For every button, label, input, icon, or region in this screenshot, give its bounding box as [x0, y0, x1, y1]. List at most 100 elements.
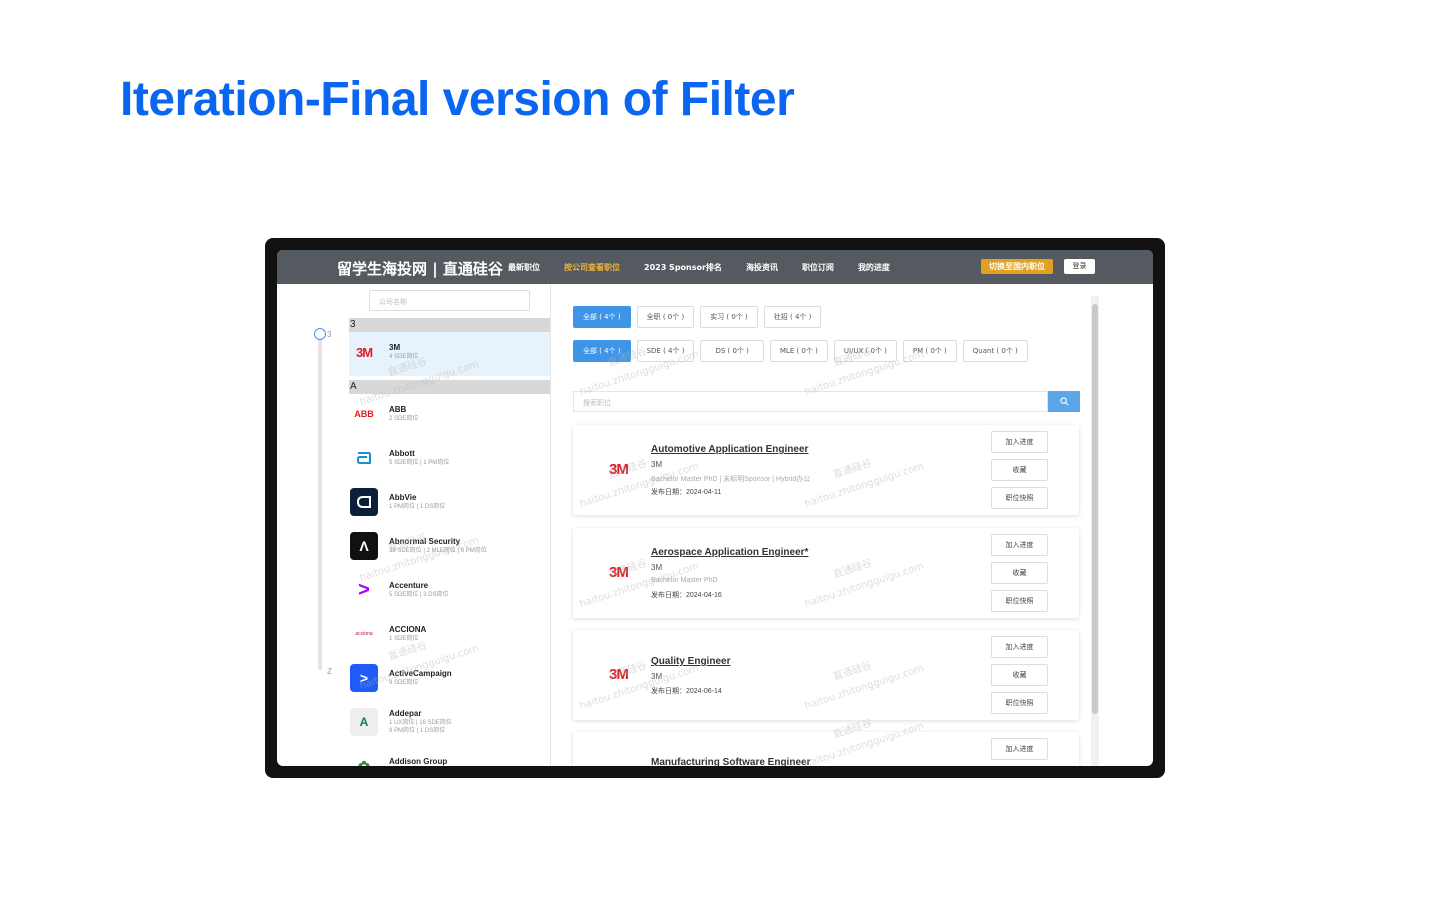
add-progress-button[interactable]: 加入进度 — [991, 534, 1048, 556]
job-search-button[interactable] — [1048, 391, 1080, 412]
job-snapshot-button[interactable]: 职位快照 — [991, 487, 1048, 509]
letter-header-3: 3 — [349, 318, 550, 332]
company-sidebar: 公司名称 3 Z 3 3M 3M 4 SDE岗位 A ABB ABB 2 SDE… — [277, 284, 551, 766]
company-job-count: 4 SDE岗位 — [389, 354, 419, 360]
company-item-addison-group[interactable]: ✿ Addison Group — [349, 746, 550, 766]
nav-link-news[interactable]: 海投资讯 — [746, 262, 778, 273]
abb-logo-icon: ABB — [354, 409, 374, 419]
login-button[interactable]: 登录 — [1064, 259, 1095, 274]
company-name: Addepar — [389, 709, 422, 718]
abnormal-security-logo-icon: Λ — [350, 532, 378, 560]
role-filter-pm[interactable]: PM ( 0个 ) — [902, 340, 957, 362]
acciona-logo-icon: acciona — [355, 631, 373, 637]
company-logo-icon: 3M — [609, 461, 629, 478]
company-item-acciona[interactable]: acciona ACCIONA 1 SDE岗位 — [349, 614, 550, 658]
job-card[interactable]: 3M Aerospace Application Engineer* 3M Ba… — [573, 528, 1079, 618]
type-filter-row: 全部 ( 4个 ) 全职 ( 0个 ) 实习 ( 0个 ) 社招 ( 4个 ) — [573, 306, 822, 328]
job-search-input[interactable]: 搜索职位 — [573, 391, 1048, 412]
search-icon — [1059, 397, 1068, 406]
job-title-link[interactable]: Manufacturing Software Engineer — [651, 757, 810, 766]
company-job-count: 1 PM岗位 | 1 DS岗位 — [389, 504, 446, 510]
role-filter-all[interactable]: 全部 ( 4个 ) — [573, 340, 631, 362]
company-item-accenture[interactable]: > Accenture 5 SDE岗位 | 3 DS岗位 — [349, 570, 550, 614]
role-filter-mle[interactable]: MLE ( 0个 ) — [769, 340, 828, 362]
job-snapshot-button[interactable]: 职位快照 — [991, 692, 1048, 714]
switch-domestic-button[interactable]: 切换至国内职位 — [981, 259, 1053, 274]
role-filter-sde[interactable]: SDE ( 4个 ) — [636, 340, 695, 362]
company-job-count: 5 SDE岗位 | 1 PM岗位 — [389, 460, 450, 466]
scroller-end-label: Z — [327, 667, 332, 676]
company-name: Accenture — [389, 581, 429, 590]
job-tags: Bachelor Master PhD — [651, 577, 718, 584]
favorite-button[interactable]: 收藏 — [991, 664, 1048, 686]
site-brand[interactable]: 留学生海投网 | 直通硅谷 — [337, 258, 503, 279]
device-frame: 留学生海投网 | 直通硅谷 最新职位 按公司查看职位 2023 Sponsor排… — [265, 238, 1165, 778]
nav-link-latest[interactable]: 最新职位 — [508, 262, 540, 273]
slide-title: Iteration-Final version of Filter — [120, 73, 795, 126]
results-scrollbar-thumb[interactable] — [1092, 304, 1098, 714]
company-item-abbvie[interactable]: AbbVie 1 PM岗位 | 1 DS岗位 — [349, 482, 550, 526]
company-item-abbott[interactable]: Abbott 5 SDE岗位 | 1 PM岗位 — [349, 438, 550, 482]
company-name: Abbott — [389, 449, 415, 458]
role-filter-row: 全部 ( 4个 ) SDE ( 4个 ) DS ( 0个 ) MLE ( 0个 … — [573, 340, 1028, 362]
company-job-count: 1 UX岗位 | 16 SDE岗位 — [389, 720, 452, 726]
nav-link-subscribe[interactable]: 职位订阅 — [802, 262, 834, 273]
results-scrollbar[interactable] — [1091, 296, 1099, 766]
addison-group-logo-icon: ✿ — [358, 757, 370, 767]
addepar-logo-icon: A — [350, 708, 378, 736]
app-screen: 留学生海投网 | 直通硅谷 最新职位 按公司查看职位 2023 Sponsor排… — [277, 250, 1153, 766]
role-filter-quant[interactable]: Quant ( 0个 ) — [962, 340, 1028, 362]
scroller-start-label: 3 — [327, 330, 332, 339]
job-card[interactable]: 3M Automotive Application Engineer 3M Ba… — [573, 425, 1079, 515]
company-job-count: 1 SDE岗位 — [389, 636, 419, 642]
company-name: ACCIONA — [389, 625, 427, 634]
nav-link-sponsor-ranking[interactable]: 2023 Sponsor排名 — [644, 262, 722, 273]
company-name: Addison Group — [389, 757, 448, 766]
job-card[interactable]: 3M Quality Engineer 3M 发布日期：2024-06-14 加… — [573, 630, 1079, 720]
accenture-logo-icon: > — [358, 578, 370, 601]
abbvie-logo-icon — [350, 488, 378, 516]
favorite-button[interactable]: 收藏 — [991, 562, 1048, 584]
company-item-abb[interactable]: ABB ABB 2 SDE岗位 — [349, 394, 550, 438]
company-name: ABB — [389, 405, 407, 414]
job-card[interactable]: Manufacturing Software Engineer 加入进度 — [573, 732, 1079, 766]
job-title-link[interactable]: Quality Engineer — [651, 656, 730, 667]
job-title-link[interactable]: Aerospace Application Engineer* — [651, 547, 808, 558]
role-filter-ds[interactable]: DS ( 0个 ) — [700, 340, 764, 362]
job-post-date: 发布日期：2024-04-16 — [651, 592, 722, 599]
company-job-count: 5 SDE岗位 | 3 DS岗位 — [389, 592, 449, 598]
company-item-addepar[interactable]: A Addepar 1 UX岗位 | 16 SDE岗位 9 PM岗位 | 1 D… — [349, 702, 550, 746]
company-logo-icon: 3M — [609, 564, 629, 581]
company-search-input[interactable]: 公司名称 — [369, 290, 530, 311]
nav-links: 最新职位 按公司查看职位 2023 Sponsor排名 海投资讯 职位订阅 我的… — [508, 250, 914, 284]
job-company: 3M — [651, 460, 663, 469]
nav-link-progress[interactable]: 我的进度 — [858, 262, 890, 273]
nav-link-by-company[interactable]: 按公司查看职位 — [564, 262, 620, 273]
company-item-abnormal-security[interactable]: Λ Abnormal Security 39 SDE岗位 | 2 MLE岗位 |… — [349, 526, 550, 570]
company-item-3m[interactable]: 3M 3M 4 SDE岗位 — [349, 332, 550, 376]
job-post-date: 发布日期：2024-06-14 — [651, 688, 722, 695]
company-name: Abnormal Security — [389, 537, 461, 546]
type-filter-fulltime[interactable]: 全职 ( 0个 ) — [636, 306, 695, 328]
favorite-button[interactable]: 收藏 — [991, 459, 1048, 481]
type-filter-intern[interactable]: 实习 ( 0个 ) — [700, 306, 758, 328]
activecampaign-logo-icon: > — [350, 664, 378, 692]
job-title-link[interactable]: Automotive Application Engineer — [651, 444, 808, 455]
company-job-count-line2: 9 PM岗位 | 1 DS岗位 — [389, 728, 446, 734]
alphabet-scroller-track[interactable] — [318, 334, 322, 670]
company-name: ActiveCampaign — [389, 669, 452, 678]
company-item-activecampaign[interactable]: > ActiveCampaign 9 SDE岗位 — [349, 658, 550, 702]
job-company: 3M — [651, 672, 663, 681]
alphabet-scroller-handle[interactable] — [314, 328, 326, 340]
job-tags: Bachelor Master PhD | 未标明Sponsor | Hybri… — [651, 476, 811, 483]
add-progress-button[interactable]: 加入进度 — [991, 636, 1048, 658]
letter-header-a: A — [349, 380, 550, 394]
add-progress-button[interactable]: 加入进度 — [991, 431, 1048, 453]
type-filter-experienced[interactable]: 社招 ( 4个 ) — [763, 306, 822, 328]
company-logo-icon: 3M — [609, 666, 629, 683]
role-filter-uiux[interactable]: UI/UX ( 0个 ) — [833, 340, 897, 362]
add-progress-button[interactable]: 加入进度 — [991, 738, 1048, 760]
type-filter-all[interactable]: 全部 ( 4个 ) — [573, 306, 631, 328]
job-snapshot-button[interactable]: 职位快照 — [991, 590, 1048, 612]
company-job-count: 39 SDE岗位 | 2 MLE岗位 | 6 PM岗位 — [389, 548, 487, 554]
